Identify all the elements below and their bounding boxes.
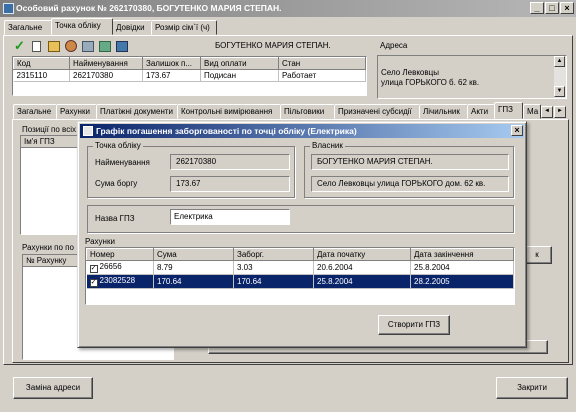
app-icon	[3, 3, 14, 14]
dialog-close-button[interactable]: ×	[511, 125, 523, 136]
dialog-accounts-table[interactable]: Номер Сума Заборг. Дата початку Дата зак…	[85, 247, 515, 305]
cell-debt: 170.64	[233, 274, 314, 289]
positions-label: Позиції по всіх	[22, 125, 76, 134]
gpz-col-header[interactable]: Ім'я ГПЗ	[21, 136, 79, 148]
cell-start-date: 25.8.2004	[313, 274, 411, 289]
cell-end-date: 25.8.2004	[410, 260, 514, 275]
print-icon[interactable]	[99, 41, 111, 52]
col-debt[interactable]: Заборг.	[233, 248, 314, 261]
change-address-button[interactable]: Заміна адреси	[13, 377, 93, 399]
owner-address-field: Село Левковцы улица ГОРЬКОГО дом. 62 кв.	[311, 176, 509, 192]
upper-table[interactable]: Код Найменування Залишок п... Вид оплати…	[12, 56, 367, 96]
tab-account-point[interactable]: Точка обліку	[51, 18, 113, 35]
tab-references[interactable]: Довідки	[112, 20, 152, 35]
tab-accounts[interactable]: Рахунки	[56, 104, 97, 119]
scroll-up-icon[interactable]: ▲	[554, 56, 565, 67]
col-balance[interactable]: Залишок п...	[142, 57, 201, 70]
cell-number-text: 26656	[99, 262, 122, 271]
book-icon[interactable]	[116, 41, 128, 52]
cell-status: Работает	[278, 69, 366, 82]
col-code[interactable]: Код	[13, 57, 70, 70]
col-number[interactable]: Номер	[86, 248, 154, 261]
row-checkbox[interactable]: ✓	[89, 265, 98, 273]
accounts-by-label: Рахунки по по	[22, 243, 74, 252]
account-point-group-title: Точка обліку	[93, 141, 143, 150]
name-label: Найменування	[95, 158, 150, 167]
name-field: 262170380	[170, 154, 290, 170]
cell-payment-type: Подисан	[200, 69, 279, 82]
dialog-accounts-label: Рахунки	[85, 237, 115, 246]
tabs-scroll-left-icon[interactable]: ◄	[541, 106, 553, 118]
create-gpz-button[interactable]: Створити ГПЗ	[378, 315, 450, 335]
cell-number-text: 23082528	[99, 276, 136, 285]
person-icon[interactable]	[65, 40, 77, 52]
tab-gpz[interactable]: ГПЗ	[494, 102, 523, 119]
window-title: Особовий рахунок № 262170380, БОГУТЕНКО …	[16, 3, 282, 13]
main-tabs: Загальне Точка обліку Довідки Розмір сім…	[4, 18, 304, 36]
col-start-date[interactable]: Дата початку	[313, 248, 411, 261]
close-button[interactable]: Закрити	[496, 377, 568, 399]
gpz-dialog: Графік погашення заборгованості по точці…	[77, 121, 527, 348]
folder-icon[interactable]	[48, 41, 60, 52]
cell-debt: 3.03	[233, 260, 314, 275]
col-sum[interactable]: Сума	[153, 248, 234, 261]
owner-field: БОГУТЕНКО МАРИЯ СТЕПАН.	[311, 154, 509, 170]
cell-sum: 170.64	[153, 274, 234, 289]
tab-control-measurements[interactable]: Контрольні вимірювання	[177, 104, 281, 119]
gpz-list[interactable]: Ім'я ГПЗ	[20, 135, 80, 235]
tab-subsidies[interactable]: Призначені субсидії	[334, 104, 420, 119]
col-end-date[interactable]: Дата закінчення	[410, 248, 514, 261]
col-status[interactable]: Стан	[278, 57, 366, 70]
tab-more[interactable]: Ма	[523, 104, 541, 119]
minimize-button[interactable]: _	[530, 2, 544, 14]
owner-name: БОГУТЕНКО МАРИЯ СТЕПАН.	[215, 41, 331, 50]
close-window-button[interactable]: ×	[560, 2, 574, 14]
cell-number: ✓ 23082528	[86, 274, 154, 289]
tab-acts[interactable]: Акти	[467, 104, 495, 119]
document-icon[interactable]	[32, 41, 41, 52]
maximize-button[interactable]: □	[545, 2, 559, 14]
tabs-scroll-right-icon[interactable]: ►	[554, 106, 566, 118]
report-icon[interactable]	[82, 41, 94, 52]
tab-payment-docs[interactable]: Платіжні документи	[96, 104, 178, 119]
toolbar: ✓	[14, 39, 134, 54]
address-line2: улица ГОРЬКОГО б. 62 кв.	[381, 78, 480, 87]
owner-group-title: Власник	[310, 141, 345, 150]
inner-tabs: Загальне Рахунки Платіжні документи Конт…	[13, 102, 569, 120]
gpz-name-input[interactable]: Електрика	[170, 209, 290, 225]
check-icon[interactable]: ✓	[14, 39, 25, 52]
table-row[interactable]: 2315110 262170380 173.67 Подисан Работае…	[13, 69, 366, 82]
address-scrollbar[interactable]: ▲ ▼	[554, 56, 566, 98]
debt-field: 173.67	[170, 176, 290, 192]
cell-number: ✓ 26656	[86, 260, 154, 275]
scroll-down-icon[interactable]: ▼	[554, 86, 565, 97]
gpz-name-label: Назва ГПЗ	[95, 214, 135, 223]
window-titlebar: Особовий рахунок № 262170380, БОГУТЕНКО …	[0, 0, 576, 17]
col-payment-type[interactable]: Вид оплати	[200, 57, 279, 70]
dialog-title: Графік погашення заборгованості по точці…	[96, 126, 357, 136]
col-name[interactable]: Найменування	[69, 57, 143, 70]
cell-end-date: 28.2.2005	[410, 274, 514, 289]
tab-meter[interactable]: Лічильник	[419, 104, 468, 119]
cell-balance: 173.67	[142, 69, 201, 82]
cell-sum: 8.79	[153, 260, 234, 275]
row-checkbox[interactable]: ✓	[89, 279, 98, 287]
table-row[interactable]: ✓ 26656 8.79 3.03 20.6.2004 25.8.2004	[86, 260, 514, 275]
address-box: Село Левковцы улица ГОРЬКОГО б. 62 кв. ▲…	[377, 55, 567, 99]
cell-code: 2315110	[13, 69, 70, 82]
tab-general[interactable]: Загальне	[4, 20, 52, 35]
tab-inner-general[interactable]: Загальне	[13, 104, 57, 119]
address-line1: Село Левковцы	[381, 68, 439, 77]
address-label: Адреса	[380, 41, 408, 50]
table-row-selected[interactable]: ✓ 23082528 170.64 170.64 25.8.2004 28.2.2…	[86, 274, 514, 289]
cell-name: 262170380	[69, 69, 143, 82]
cell-start-date: 20.6.2004	[313, 260, 411, 275]
dialog-titlebar: Графік погашення заборгованості по точці…	[80, 124, 524, 138]
dialog-app-icon	[83, 126, 93, 136]
debt-label: Сума боргу	[95, 179, 138, 188]
gpz-name-group	[87, 205, 514, 233]
tab-family-size[interactable]: Розмір сім`ї (ч)	[151, 20, 217, 35]
tab-beneficiaries[interactable]: Пільговики	[280, 104, 335, 119]
